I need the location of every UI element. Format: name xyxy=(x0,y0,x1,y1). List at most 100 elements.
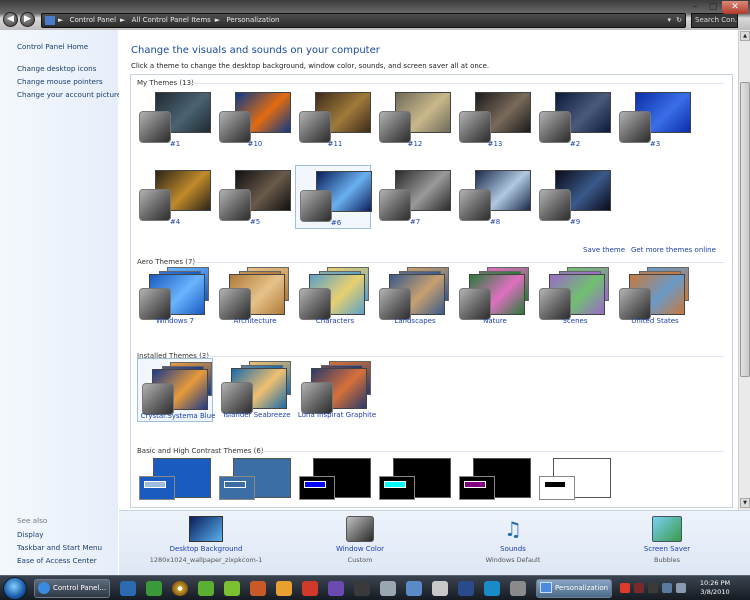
theme-tile[interactable]: Islander Seabreeze xyxy=(217,358,293,422)
theme-tile[interactable]: United States xyxy=(615,264,691,328)
window-color-icon xyxy=(346,516,374,542)
control-panel-home-link[interactable]: Control Panel Home xyxy=(17,42,88,51)
theme-tile[interactable]: #2 xyxy=(535,87,611,151)
basic-theme-tile[interactable] xyxy=(457,458,531,506)
theme-name: United States xyxy=(631,317,679,325)
breadcrumb-item-all-items[interactable]: All Control Panel Items xyxy=(132,14,211,27)
theme-tile[interactable]: Architecture xyxy=(215,264,291,328)
change-mouse-pointers-link[interactable]: Change mouse pointers xyxy=(17,77,103,86)
change-desktop-icons-link[interactable]: Change desktop icons xyxy=(17,64,96,73)
scroll-down-icon[interactable]: ▼ xyxy=(740,498,750,508)
theme-tile[interactable]: Characters xyxy=(295,264,371,328)
program-icon[interactable] xyxy=(198,581,214,596)
network-icon[interactable] xyxy=(662,583,672,593)
search-input[interactable]: Search Con... xyxy=(691,13,738,28)
theme-tile[interactable]: #10 xyxy=(215,87,291,151)
window-color-item[interactable]: Window Color Custom xyxy=(295,516,425,564)
program-icon[interactable] xyxy=(406,581,422,596)
display-link[interactable]: Display xyxy=(17,530,44,539)
desktop-background-item[interactable]: Desktop Background 1280x1024_wallpaper_z… xyxy=(141,516,271,564)
program-icon[interactable] xyxy=(484,581,500,596)
theme-color-swatch xyxy=(379,111,411,143)
program-icon[interactable] xyxy=(224,581,240,596)
program-icon[interactable] xyxy=(120,581,136,596)
address-bar[interactable]: ► Control Panel ► All Control Panel Items… xyxy=(41,13,686,28)
program-icon[interactable] xyxy=(432,581,448,596)
breadcrumb-item-personalization[interactable]: Personalization xyxy=(226,14,279,27)
tray-icon[interactable] xyxy=(620,583,630,593)
left-navigation-pane: Control Panel Home Change desktop icons … xyxy=(0,30,121,575)
sounds-item[interactable]: ♫ Sounds Windows Default xyxy=(448,516,578,564)
screen-saver-item[interactable]: Screen Saver Bubbles xyxy=(602,516,732,564)
breadcrumb-item-control-panel[interactable]: Control Panel xyxy=(70,14,116,27)
theme-tile[interactable]: #7 xyxy=(375,165,451,229)
basic-theme-tile[interactable] xyxy=(377,458,451,506)
theme-tile[interactable]: #3 xyxy=(615,87,691,151)
theme-color-swatch xyxy=(459,189,491,221)
volume-icon[interactable] xyxy=(676,583,686,593)
program-icon[interactable] xyxy=(250,581,266,596)
theme-titlebar-preview xyxy=(304,481,326,488)
screen-saver-label: Screen Saver xyxy=(643,545,691,553)
theme-titlebar-preview xyxy=(224,481,246,488)
scroll-up-icon[interactable]: ▲ xyxy=(740,31,750,41)
refresh-icon[interactable]: ↻ xyxy=(676,14,682,27)
save-theme-link[interactable]: Save theme xyxy=(583,246,625,254)
basic-theme-tile[interactable] xyxy=(217,458,291,506)
maximize-button[interactable]: □ xyxy=(704,1,722,14)
program-icon[interactable] xyxy=(276,581,292,596)
vertical-scrollbar[interactable]: ▲ ▼ xyxy=(738,30,750,510)
theme-tile[interactable]: #8 xyxy=(455,165,531,229)
page-description: Click a theme to change the desktop back… xyxy=(131,62,490,70)
get-more-themes-link[interactable]: Get more themes online xyxy=(631,246,716,254)
program-icon[interactable] xyxy=(146,581,162,596)
start-button[interactable] xyxy=(3,577,27,600)
program-icon[interactable] xyxy=(510,581,526,596)
section-divider xyxy=(191,262,724,263)
basic-theme-tile[interactable] xyxy=(137,458,211,506)
window-color-value: Custom xyxy=(347,556,373,564)
theme-tile[interactable]: #4 xyxy=(135,165,211,229)
theme-tile[interactable]: #6 xyxy=(295,165,372,229)
theme-tile[interactable]: #13 xyxy=(455,87,531,151)
theme-tile[interactable]: #11 xyxy=(295,87,371,151)
ease-of-access-link[interactable]: Ease of Access Center xyxy=(17,556,97,565)
theme-name: #12 xyxy=(407,140,423,148)
program-icon[interactable] xyxy=(328,581,344,596)
theme-tile[interactable]: Nature xyxy=(455,264,531,328)
taskbar-control-panel-button[interactable]: Control Panel... xyxy=(34,579,110,598)
close-button[interactable]: ✕ xyxy=(722,1,748,14)
theme-color-swatch xyxy=(300,190,332,222)
theme-tile[interactable]: Crystal.Systema Blue xyxy=(137,358,215,422)
tray-icon[interactable] xyxy=(634,583,644,593)
theme-tile[interactable]: Luna Inspirat Graphite xyxy=(297,358,376,422)
theme-tile[interactable]: #5 xyxy=(215,165,291,229)
system-clock[interactable]: 10:26 PM 3/8/2010 xyxy=(690,579,740,597)
scroll-thumb[interactable] xyxy=(740,82,750,377)
program-icon[interactable] xyxy=(354,581,370,596)
program-icon[interactable] xyxy=(458,581,474,596)
theme-color-swatch xyxy=(139,189,171,221)
theme-color-swatch xyxy=(619,111,651,143)
taskbar-start-menu-link[interactable]: Taskbar and Start Menu xyxy=(17,543,102,552)
forward-button[interactable]: ▶ xyxy=(20,12,35,27)
theme-tile[interactable]: Landscapes xyxy=(375,264,451,328)
change-account-picture-link[interactable]: Change your account picture xyxy=(17,90,121,99)
theme-tile[interactable]: Scenes xyxy=(535,264,611,328)
personalization-icon xyxy=(540,582,552,593)
theme-tile[interactable]: Windows 7 xyxy=(135,264,211,328)
theme-tile[interactable]: #9 xyxy=(535,165,611,229)
theme-tile[interactable]: #12 xyxy=(375,87,451,151)
theme-color-swatch xyxy=(379,288,411,320)
dropdown-icon[interactable]: ▾ xyxy=(667,14,671,27)
minimize-button[interactable]: – xyxy=(686,1,704,14)
basic-theme-tile[interactable] xyxy=(537,458,611,506)
taskbar-personalization-button[interactable]: Personalization xyxy=(536,579,612,598)
program-icon[interactable] xyxy=(302,581,318,596)
printer-icon[interactable] xyxy=(380,581,396,596)
tray-icon[interactable] xyxy=(648,583,658,593)
back-button[interactable]: ◀ xyxy=(3,12,18,27)
eye-icon[interactable] xyxy=(172,581,188,596)
basic-theme-tile[interactable] xyxy=(297,458,371,506)
theme-tile[interactable]: #1 xyxy=(135,87,211,151)
